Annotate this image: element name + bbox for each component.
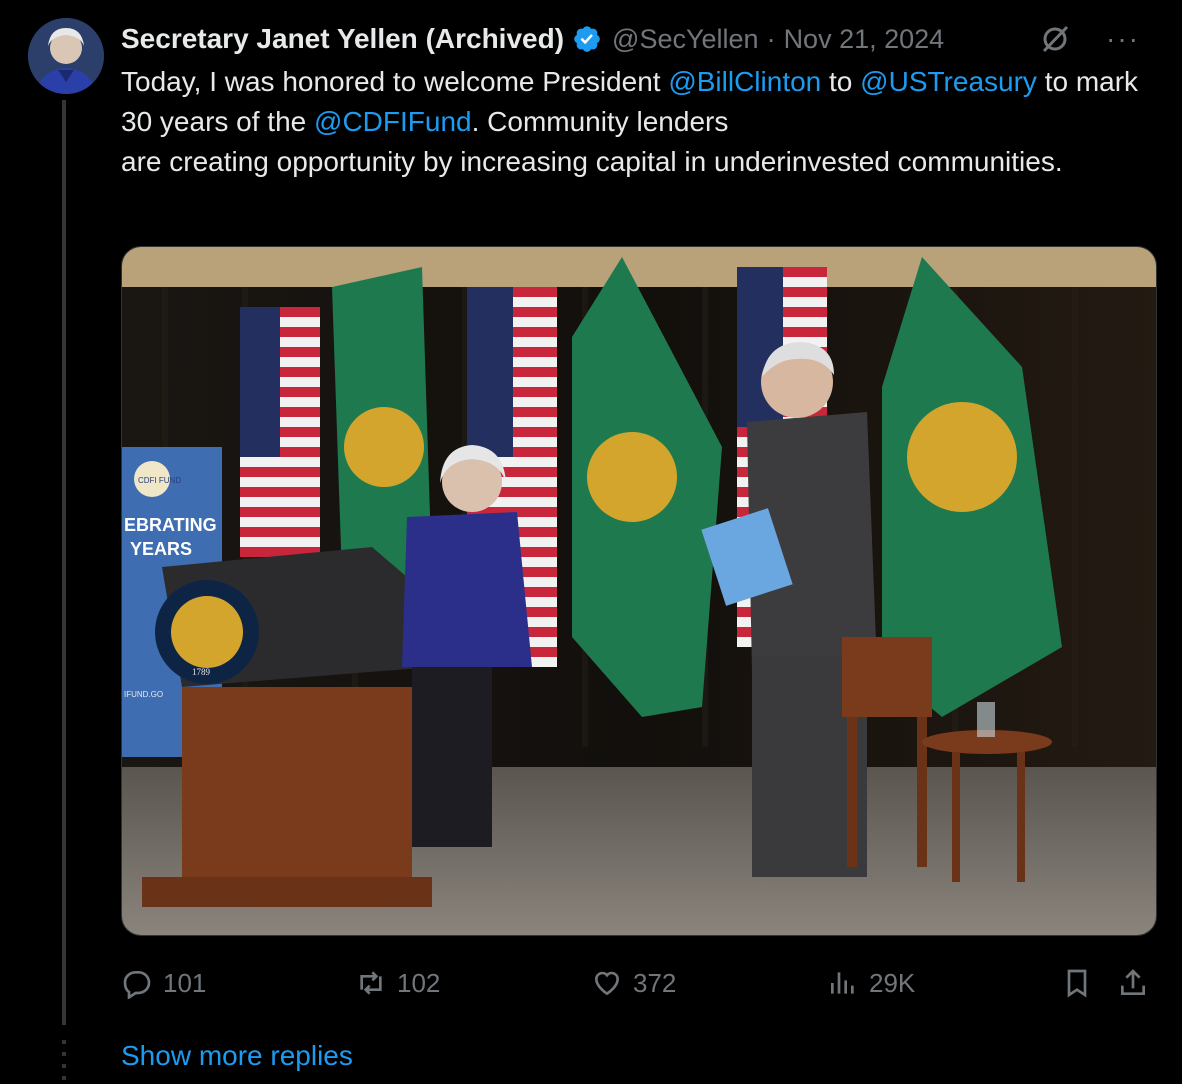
us-flag	[240, 307, 320, 557]
seal-year: 1789	[192, 667, 211, 677]
heart-icon	[594, 971, 620, 996]
tweet-text-part: are creating opportunity by increasing c…	[121, 146, 1063, 177]
verified-badge-icon[interactable]	[572, 24, 602, 54]
bookmark-button[interactable]	[1061, 958, 1103, 1008]
author-handle[interactable]: @SecYellen	[612, 24, 759, 55]
repost-button[interactable]: 102	[355, 958, 440, 1008]
avatar[interactable]	[28, 18, 104, 94]
repost-icon	[360, 971, 382, 995]
like-count: 372	[633, 967, 677, 998]
reply-icon	[123, 971, 151, 999]
tweet-header: Secretary Janet Yellen (Archived) @SecYe…	[121, 18, 1162, 60]
action-bar: 101 102 372 29K	[121, 958, 1161, 1008]
bookmark-icon	[1067, 969, 1087, 998]
podium: 1789	[142, 547, 442, 907]
profile-photo-icon	[28, 18, 104, 94]
share-button[interactable]	[1117, 958, 1159, 1008]
tweet-text-part: . Community lenders	[471, 106, 729, 137]
tweet-photo[interactable]: CDFI FUND EBRATING YEARS IFUND.GO 1789	[121, 246, 1157, 936]
event-photo: CDFI FUND EBRATING YEARS IFUND.GO 1789	[122, 247, 1156, 935]
grok-icon[interactable]	[1038, 22, 1072, 56]
author-name[interactable]: Secretary Janet Yellen (Archived)	[121, 23, 564, 55]
banner-logo: CDFI FUND	[138, 476, 181, 485]
header-separator: ·	[766, 23, 776, 54]
share-icon	[1121, 969, 1145, 995]
views-icon	[831, 972, 854, 994]
like-button[interactable]: 372	[591, 958, 676, 1008]
reply-button[interactable]: 101	[121, 958, 206, 1008]
views-button[interactable]: 29K	[827, 958, 915, 1008]
mention-link[interactable]: @BillClinton	[668, 66, 821, 97]
reply-count: 101	[163, 967, 207, 998]
more-options-icon[interactable]: ···	[1106, 25, 1140, 53]
thread-line	[62, 100, 66, 1025]
tweet-text-part: Today, I was honored to welcome Presiden…	[121, 66, 669, 97]
mention-link[interactable]: @USTreasury	[860, 66, 1037, 97]
view-count: 29K	[869, 967, 916, 998]
banner-line-1: EBRATING	[124, 515, 217, 535]
tweet-text: Today, I was honored to welcome Presiden…	[121, 62, 1166, 182]
repost-count: 102	[397, 967, 441, 998]
header-icons: ···	[1038, 18, 1140, 60]
mention-link[interactable]: @CDFIFund	[314, 106, 472, 137]
tweet-text-part: to	[821, 66, 861, 97]
banner-line-2: YEARS	[130, 539, 192, 559]
show-more-replies-link[interactable]: Show more replies	[121, 1040, 353, 1072]
banner-footer: IFUND.GO	[124, 690, 163, 699]
tweet-date[interactable]: Nov 21, 2024	[784, 24, 945, 55]
thread-continuation-dots	[62, 1040, 66, 1080]
